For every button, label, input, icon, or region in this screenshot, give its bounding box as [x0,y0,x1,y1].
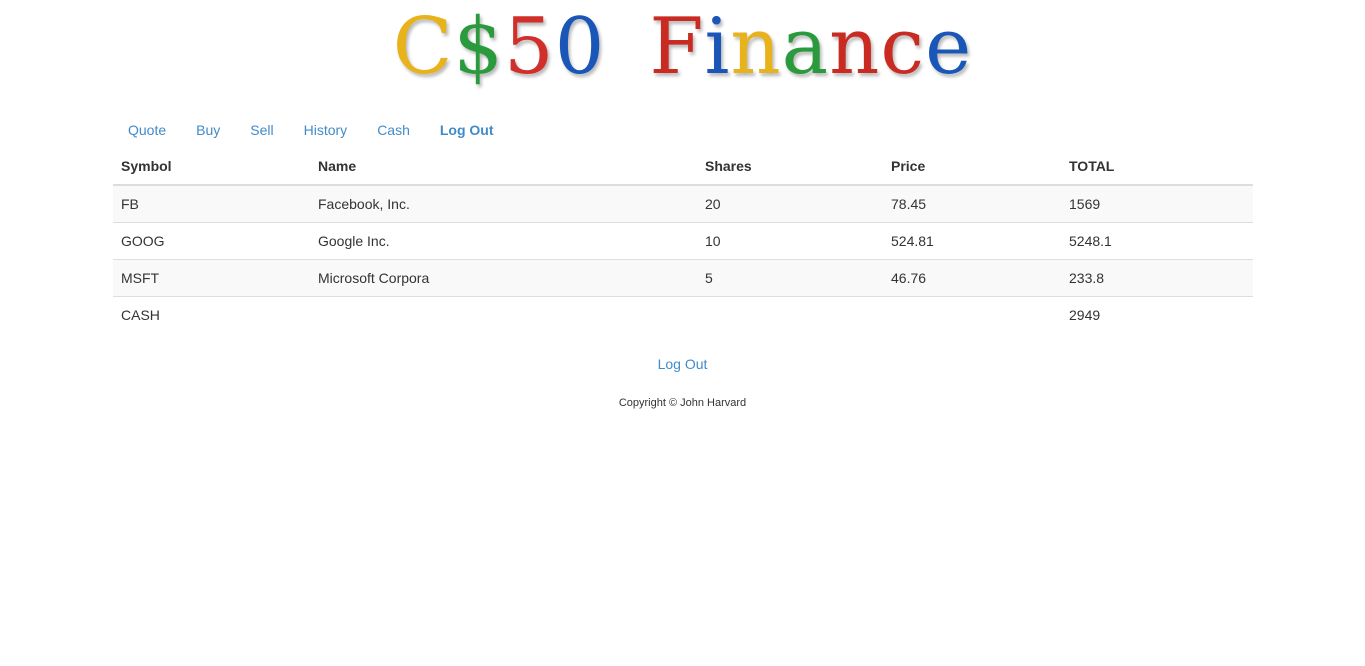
table-row: MSFT Microsoft Corpora 5 46.76 233.8 [113,259,1253,297]
cell-total: 5248.1 [1061,222,1253,260]
footer-logout-link[interactable]: Log Out [658,356,708,372]
header-name: Name [310,148,697,186]
cell-shares: 5 [697,259,883,297]
nav-sell-link[interactable]: Sell [235,120,288,140]
cell-symbol: FB [113,185,310,223]
logo-letter: a [781,2,830,92]
logo-letter: $ [453,2,505,92]
logo-letter: n [829,2,881,92]
header-shares: Shares [697,148,883,186]
cell-name: Facebook, Inc. [310,185,697,223]
nav-quote-link[interactable]: Quote [113,120,181,140]
nav-buy-link[interactable]: Buy [181,120,235,140]
footer-logout: Log Out [0,354,1365,374]
cell-shares: 10 [697,222,883,260]
logo-letter: n [730,2,782,92]
main-nav: Quote Buy Sell History Cash Log Out [113,119,509,141]
logo-letter: C [392,2,454,92]
cell-price: 524.81 [883,222,1061,260]
logo-letter: 5 [504,2,555,92]
nav-cash-link[interactable]: Cash [362,120,425,140]
logo-letter: F [649,2,705,92]
copyright: Copyright © John Harvard [618,397,747,409]
cell-price: 46.76 [883,259,1061,297]
table-row: FB Facebook, Inc. 20 78.45 1569 [113,185,1253,223]
header-total: TOTAL [1061,148,1253,186]
cell-total: 1569 [1061,185,1253,223]
header-price: Price [883,148,1061,186]
nav-history-link[interactable]: History [289,120,363,140]
table-row: GOOG Google Inc. 10 524.81 5248.1 [113,222,1253,260]
cell-symbol: GOOG [113,222,310,260]
header-symbol: Symbol [113,148,310,186]
cell-price: 78.45 [883,185,1061,223]
logo-letter: c [880,2,926,92]
nav-logout-link[interactable]: Log Out [425,120,509,140]
cell-cash-symbol: CASH [113,296,310,333]
cell-empty [697,296,883,333]
cell-empty [883,296,1061,333]
logo-letter: i [704,2,731,92]
logo-letter: 0 [554,2,606,92]
cell-name: Google Inc. [310,222,697,260]
cash-row: CASH 2949 [113,296,1253,333]
portfolio-table: Symbol Name Shares Price TOTAL FB Facebo… [113,148,1253,333]
logo-text: C$50 Finance [393,4,973,90]
cell-shares: 20 [697,185,883,223]
cell-symbol: MSFT [113,259,310,297]
cell-total: 233.8 [1061,259,1253,297]
cell-empty [310,296,697,333]
logo-letter: e [925,2,973,92]
logo: C$50 Finance [0,4,1365,90]
cell-name: Microsoft Corpora [310,259,697,297]
cell-cash-total: 2949 [1061,296,1253,333]
table-header-row: Symbol Name Shares Price TOTAL [113,148,1253,186]
